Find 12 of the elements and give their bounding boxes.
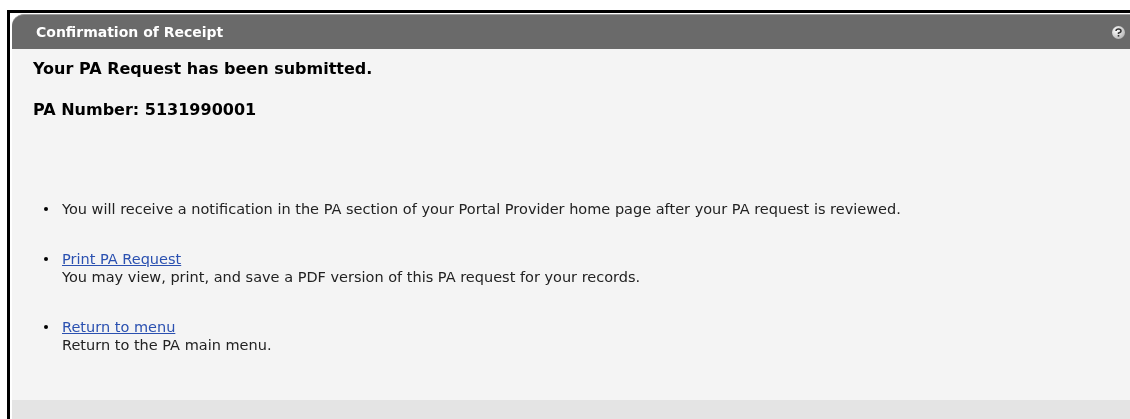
item-text: You may view, print, and save a PDF version of this PA request for your records. (62, 268, 641, 286)
item-text: Return to the PA main menu. (62, 336, 272, 354)
item-text: You will receive a notification in the PA section of your Portal Provider home page after your PA request is reviewed. (62, 200, 901, 218)
heading: Your PA Request has been submitted. (33, 58, 374, 80)
bullet-icon (44, 207, 48, 211)
bullet-icon (44, 257, 48, 261)
panel-title: Confirmation of Receipt (36, 22, 224, 42)
bullet-icon (44, 325, 48, 329)
link[interactable]: Print PA Request (62, 250, 182, 268)
help-icon[interactable] (1112, 25, 1125, 39)
link[interactable]: Return to menu (62, 318, 176, 336)
pa-number: PA Number: 5131990001 (33, 99, 258, 121)
